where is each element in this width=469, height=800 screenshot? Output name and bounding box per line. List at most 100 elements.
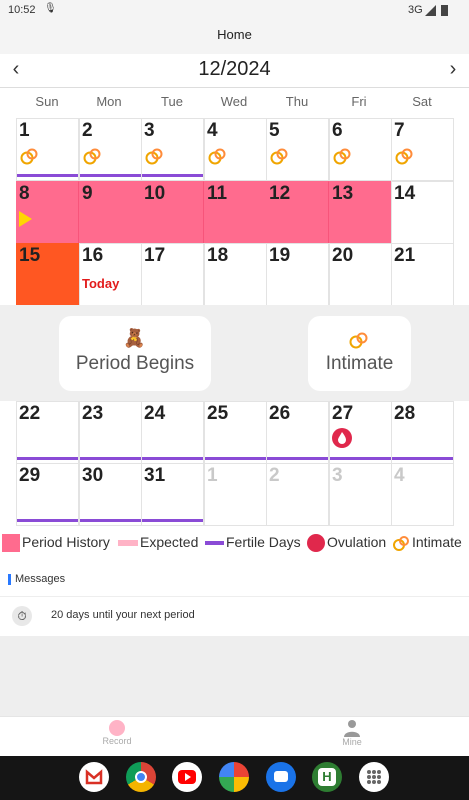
h-glyph: H: [318, 768, 336, 786]
app-bar: Home: [0, 20, 469, 54]
day-number: 1: [207, 465, 218, 486]
day-cell[interactable]: 30: [79, 463, 142, 526]
app-drawer-icon[interactable]: [359, 762, 389, 792]
day-cell[interactable]: 17: [141, 243, 204, 306]
day-number: 28: [394, 403, 416, 424]
signal-icon: [425, 5, 436, 16]
status-time: 10:52: [8, 4, 36, 16]
day-number: 5: [269, 120, 280, 141]
battery-icon: [441, 5, 448, 16]
fertile-marker: [392, 457, 453, 460]
ovulation-icon: [307, 534, 325, 553]
fertile-marker: [17, 174, 78, 177]
gmail-icon[interactable]: [79, 762, 109, 792]
day-cell[interactable]: 29: [16, 463, 79, 526]
day-cell[interactable]: 18: [204, 243, 267, 306]
chevron-right-icon[interactable]: ›: [441, 58, 465, 81]
bottom-navigation: Record Mine: [0, 716, 469, 756]
messages-icon[interactable]: [266, 762, 296, 792]
month-label: 12/2024: [198, 58, 271, 80]
day-cell[interactable]: 15: [16, 243, 79, 306]
youtube-icon[interactable]: [172, 762, 202, 792]
messages-section: Messages ⏱ 20 days until your next perio…: [0, 566, 469, 636]
day-cell[interactable]: 31: [141, 463, 204, 526]
day-cell[interactable]: 25: [204, 401, 267, 464]
fertile-marker: [142, 457, 203, 460]
day-cell[interactable]: 6: [329, 118, 392, 181]
fertile-marker: [330, 457, 391, 460]
intimate-label: Intimate: [325, 353, 394, 374]
weekday-header: Sun Mon Tue Wed Thu Fri Sat: [16, 88, 454, 118]
day-cell[interactable]: 26: [266, 401, 329, 464]
fertile-marker: [142, 519, 203, 522]
nav-mine[interactable]: Mine: [322, 717, 382, 747]
day-cell-next-month[interactable]: 1: [204, 463, 267, 526]
day-cell-today[interactable]: 16 Today: [79, 243, 142, 306]
day-number: 23: [82, 403, 104, 424]
messages-header: Messages: [15, 573, 66, 585]
day-cell[interactable]: 22: [16, 401, 79, 464]
record-icon: [109, 720, 125, 736]
day-number: 3: [332, 465, 343, 486]
day-cell[interactable]: 8: [16, 181, 79, 244]
day-cell[interactable]: 19: [266, 243, 329, 306]
day-number: 11: [207, 183, 228, 204]
intimate-icon: [332, 146, 352, 166]
intimate-button[interactable]: Intimate: [308, 316, 411, 391]
legend-label: Ovulation: [327, 534, 387, 550]
day-number: 4: [207, 120, 218, 141]
day-cell[interactable]: 20: [329, 243, 392, 306]
expected-swatch: [118, 540, 138, 547]
section-accent: [8, 574, 11, 585]
day-cell-ovulation[interactable]: 27: [329, 401, 392, 464]
intimate-icon: [207, 146, 227, 166]
day-cell[interactable]: 24: [141, 401, 204, 464]
status-bar: 10:52 🎙 3G: [0, 0, 469, 20]
divider: [0, 596, 469, 597]
day-cell[interactable]: 9: [79, 181, 142, 244]
weekday-label: Sun: [35, 94, 59, 109]
youtube-play: [185, 773, 191, 781]
chrome-icon[interactable]: [126, 762, 156, 792]
day-cell[interactable]: 23: [79, 401, 142, 464]
day-number: 2: [269, 465, 280, 486]
period-begins-button[interactable]: 🧸 Period Begins: [59, 316, 211, 391]
nav-record[interactable]: Record: [87, 717, 147, 746]
day-number: 8: [19, 183, 30, 204]
day-number: 29: [19, 465, 41, 486]
bear-icon: 🧸: [123, 328, 146, 348]
day-cell[interactable]: 21: [391, 243, 454, 306]
mic-icon: 🎙: [44, 3, 57, 14]
period-start-icon: [19, 211, 32, 227]
day-cell[interactable]: 5: [266, 118, 329, 181]
day-number: 7: [394, 120, 405, 141]
day-cell[interactable]: 28: [391, 401, 454, 464]
month-header: ‹ 12/2024 ›: [0, 54, 469, 88]
day-cell[interactable]: 4: [204, 118, 267, 181]
fertile-marker: [142, 174, 203, 177]
day-number: 17: [144, 245, 166, 266]
day-cell[interactable]: 2: [79, 118, 142, 181]
day-number: 18: [207, 245, 229, 266]
fertile-marker: [267, 457, 328, 460]
fertile-marker: [17, 457, 78, 460]
day-number: 30: [82, 465, 104, 486]
day-cell[interactable]: 7: [391, 118, 454, 181]
photos-icon[interactable]: [219, 762, 249, 792]
day-cell-next-month[interactable]: 3: [329, 463, 392, 526]
day-cell[interactable]: 13: [329, 181, 392, 244]
day-cell[interactable]: 11: [204, 181, 267, 244]
day-cell-next-month[interactable]: 2: [266, 463, 329, 526]
day-cell[interactable]: 3: [141, 118, 204, 181]
message-text: 20 days until your next period: [51, 609, 195, 621]
day-number: 22: [19, 403, 41, 424]
day-cell-next-month[interactable]: 4: [391, 463, 454, 526]
day-cell[interactable]: 1: [16, 118, 79, 181]
legend-label: Fertile Days: [226, 534, 301, 550]
day-cell[interactable]: 12: [266, 181, 329, 244]
intimate-icon: [392, 534, 410, 552]
stopwatch-icon: ⏱: [12, 606, 32, 626]
day-cell[interactable]: 14: [391, 181, 454, 244]
h-app-icon[interactable]: H: [312, 762, 342, 792]
day-cell[interactable]: 10: [141, 181, 204, 244]
